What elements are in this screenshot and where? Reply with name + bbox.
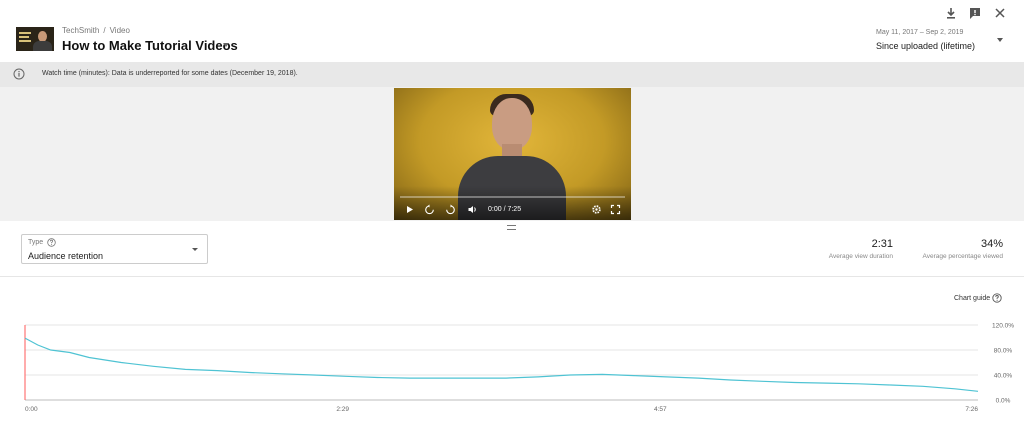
info-icon [13,68,25,80]
y-tick-label: 0.0% [996,398,1011,405]
thumbnail-text-line [19,32,31,34]
y-tick-label: 120.0% [992,323,1014,330]
close-icon[interactable] [992,5,1008,21]
video-thumbnail[interactable] [16,27,54,51]
type-value: Audience retention [28,251,104,261]
thumbnail-text-line [19,40,31,42]
thumbnail-text-line [19,36,29,38]
download-icon[interactable] [943,5,959,21]
volume-icon[interactable] [467,204,478,215]
video-progress-bar[interactable] [400,196,625,198]
breadcrumb-separator: / [103,26,106,35]
notice-text: Watch time (minutes): Data is underrepor… [42,70,298,77]
type-label: Type [28,239,44,246]
avg-percentage-viewed-value: 34% [980,238,1003,250]
video-time: 0:00 / 7:25 [488,206,522,213]
type-selector[interactable]: Type Audience retention [21,234,208,264]
resize-handle[interactable] [507,225,516,230]
chevron-down-icon[interactable] [997,38,1003,42]
forward-10-icon[interactable] [445,204,456,215]
notice-bar: Watch time (minutes): Data is underrepor… [0,62,1024,87]
video-player[interactable]: 0:00 / 7:25 [394,88,631,220]
play-icon[interactable] [404,204,415,215]
date-range-selector[interactable]: Since uploaded (lifetime) [876,41,975,51]
header: TechSmith / Video How to Make Tutorial Vid… [0,0,1024,62]
video-person-head [492,98,532,150]
help-icon[interactable] [992,293,1002,303]
chart-guide-link[interactable]: Chart guide [954,295,990,302]
page-title[interactable]: How to Make Tutorial Videos [62,38,238,53]
x-tick-label: 4:57 [654,406,667,413]
breadcrumb: TechSmith / Video [62,26,130,35]
avg-view-duration-value: 2:31 [871,238,893,250]
x-tick-label: 2:29 [336,406,349,413]
date-range: May 11, 2017 – Sep 2, 2019 [876,29,964,36]
section-divider [0,276,1024,277]
thumbnail-body [33,41,52,51]
x-tick-label: 0:00 [25,406,38,413]
avg-percentage-viewed-label: Average percentage viewed [922,253,1003,260]
video-area: 0:00 / 7:25 [0,87,1024,221]
chevron-down-icon[interactable] [223,43,229,47]
feedback-icon[interactable] [967,5,983,21]
help-icon[interactable] [47,238,56,247]
y-tick-label: 80.0% [994,348,1013,355]
fullscreen-icon[interactable] [610,204,621,215]
retention-chart[interactable]: 120.0% 80.0% 40.0% 0.0% 0:00 2:29 4:57 7:26 [0,316,1024,436]
avg-view-duration-label: Average view duration [828,253,893,260]
chevron-down-icon[interactable] [192,248,198,251]
y-tick-label: 40.0% [994,373,1013,380]
x-tick-label: 7:26 [965,406,978,413]
retention-line[interactable] [24,337,979,392]
settings-gear-icon[interactable] [591,204,602,215]
breadcrumb-video: Video [109,26,130,35]
rewind-10-icon[interactable] [424,204,435,215]
breadcrumb-channel[interactable]: TechSmith [62,26,99,35]
